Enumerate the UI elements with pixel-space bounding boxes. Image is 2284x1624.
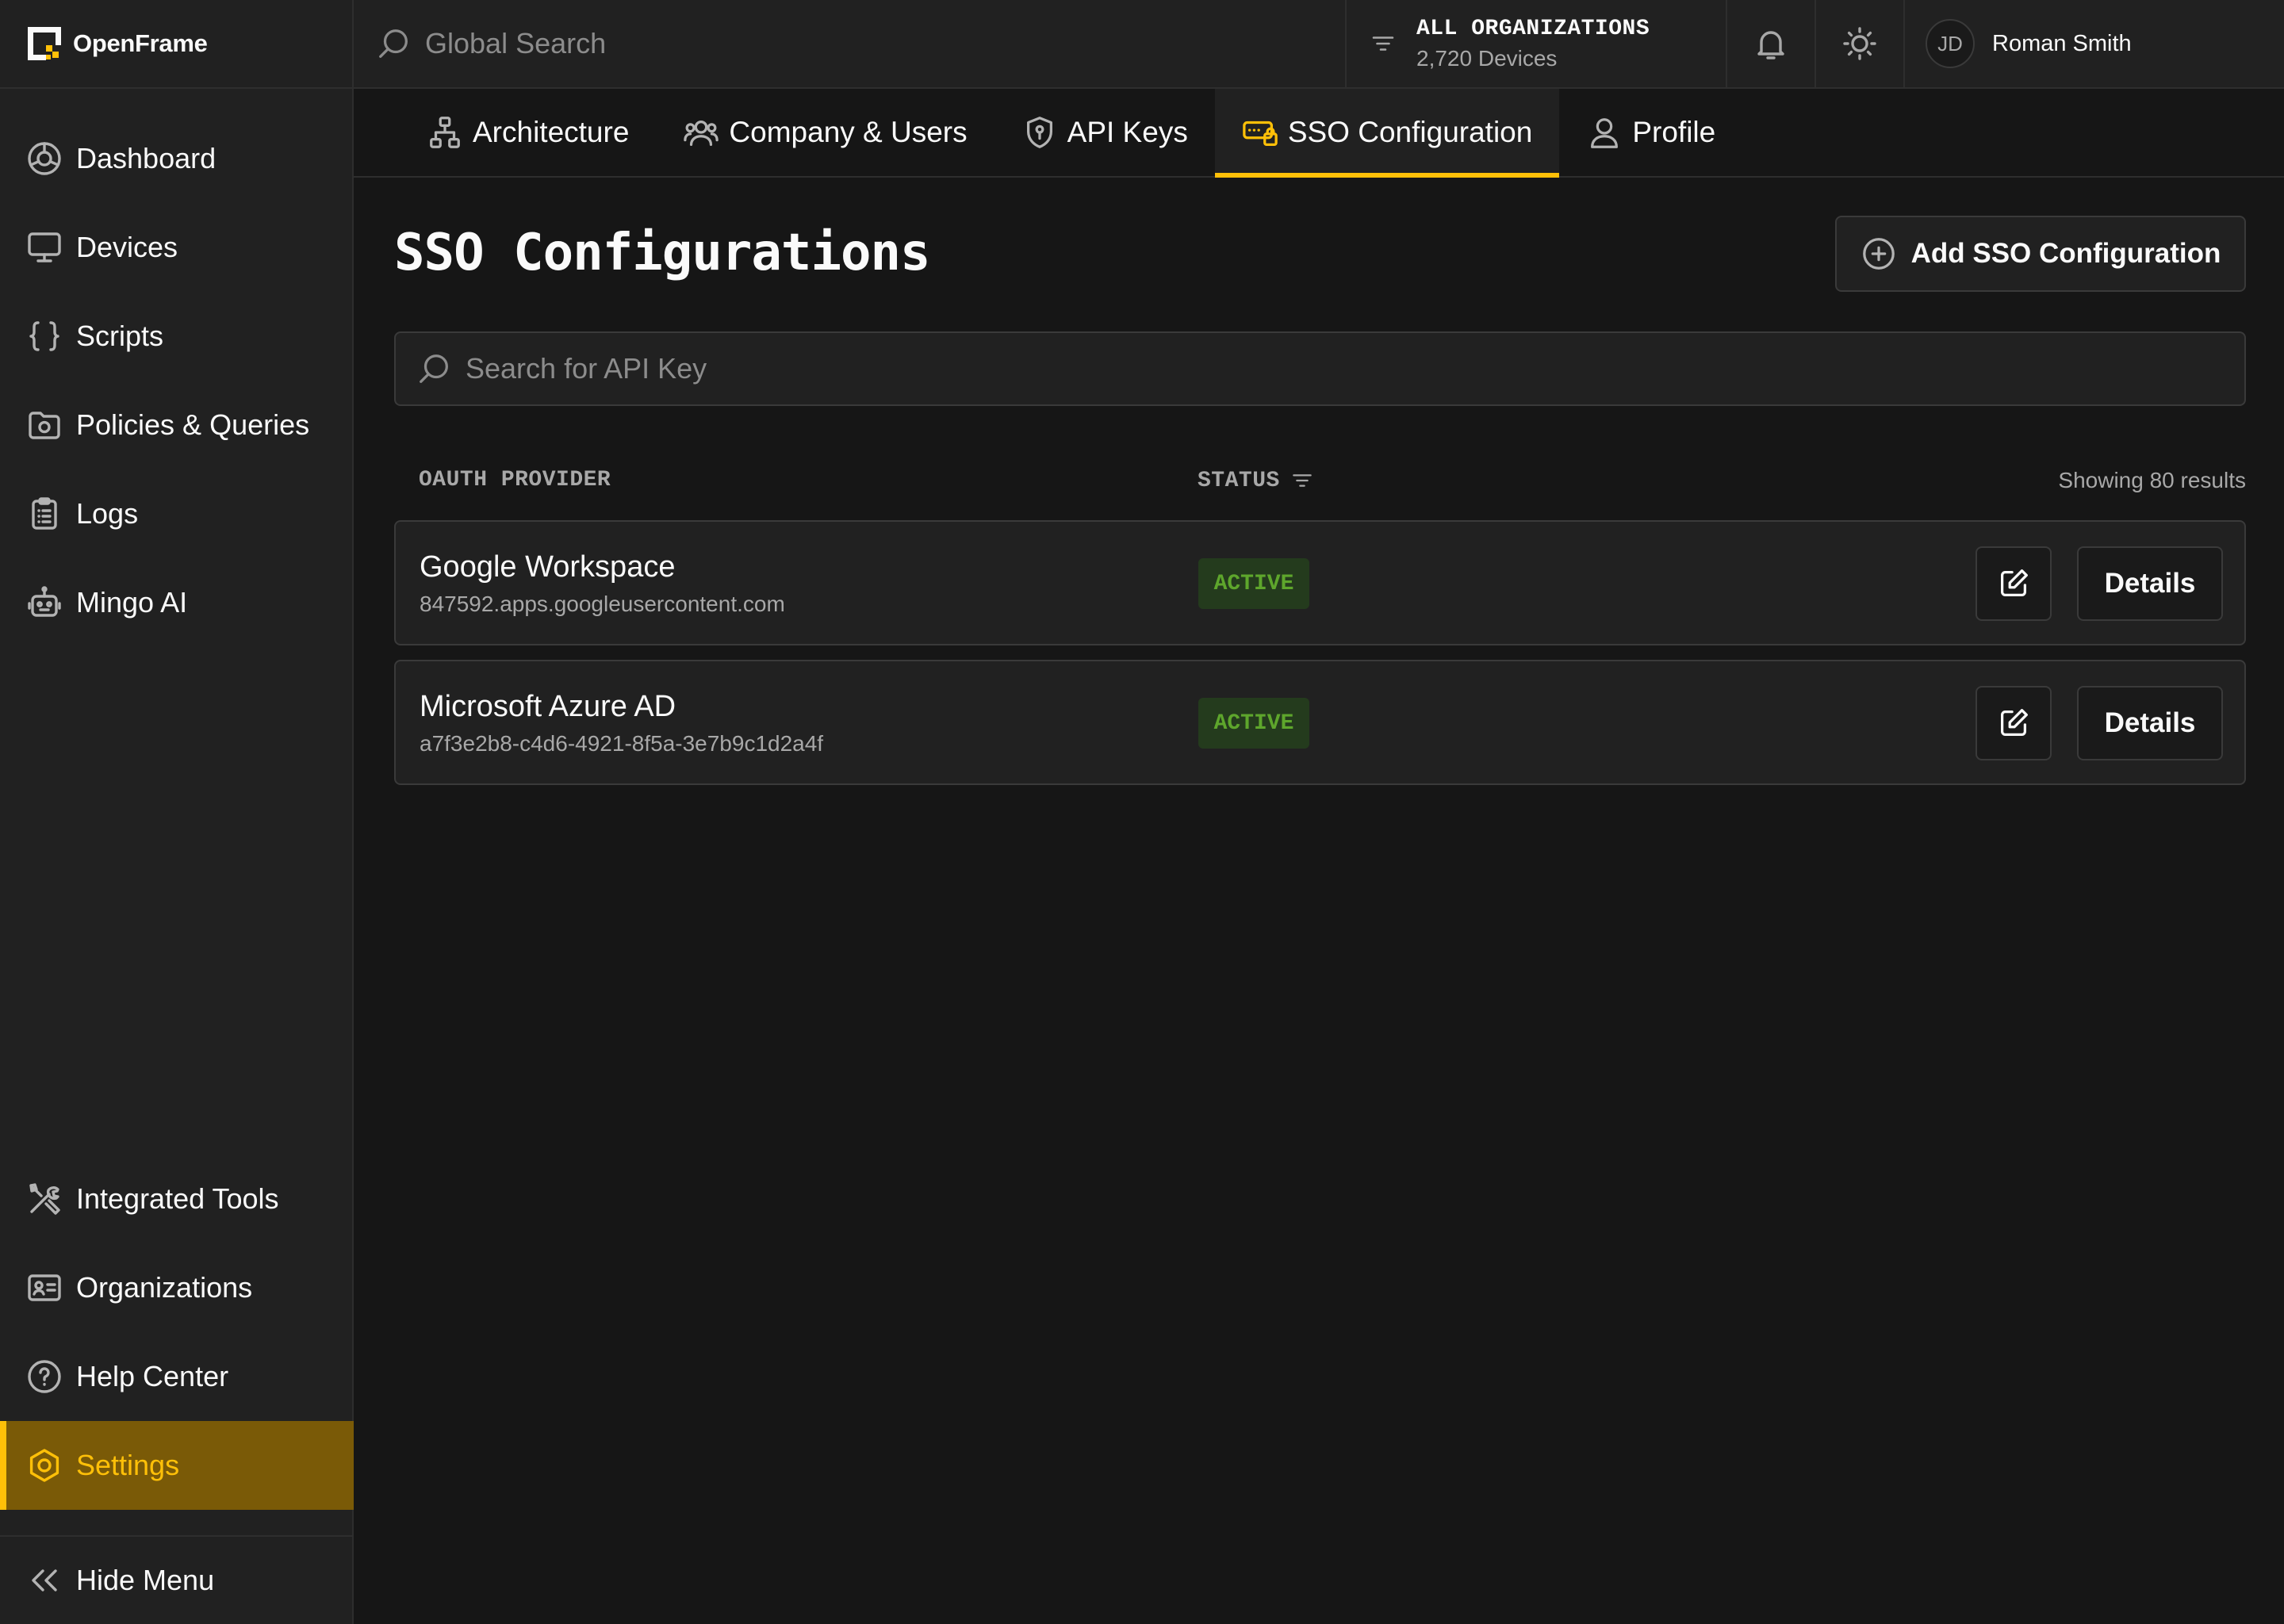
user-icon <box>1591 118 1619 148</box>
provider-name: Microsoft Azure AD <box>420 690 676 723</box>
tab-label: SSO Configuration <box>1287 116 1533 148</box>
architecture-icon <box>430 117 460 148</box>
sidebar-item-label: Devices <box>76 231 178 263</box>
sidebar-item-help-center[interactable]: Help Center <box>0 1332 354 1421</box>
hide-menu-label: Hide Menu <box>76 1564 215 1596</box>
tab-label: Architecture <box>473 116 630 148</box>
sidebar-item-label: Settings <box>76 1449 180 1481</box>
page-title: SSO Configurations <box>394 224 931 282</box>
help-circle-icon <box>28 1360 61 1393</box>
shield-key-icon <box>1026 117 1052 148</box>
organization-selector[interactable]: ALL ORGANIZATIONS 2,720 Devices <box>1345 0 1726 87</box>
sso-search-input[interactable] <box>466 352 2052 385</box>
sidebar-item-settings[interactable]: Settings <box>0 1421 354 1510</box>
app-name: OpenFrame <box>73 29 208 57</box>
table-row[interactable]: Microsoft Azure AD a7f3e2b8-c4d6-4921-8f… <box>394 660 2246 785</box>
global-search[interactable]: Global Search <box>354 0 1345 87</box>
add-sso-configuration-button[interactable]: Add SSO Configuration <box>1835 216 2246 292</box>
user-menu[interactable]: JD Roman Smith <box>1903 0 2284 87</box>
dashboard-icon <box>28 142 61 175</box>
sidebar-item-label: Mingo AI <box>76 586 188 619</box>
id-card-icon <box>28 1274 61 1301</box>
add-button-label: Add SSO Configuration <box>1910 238 2221 269</box>
filter-icon[interactable] <box>1290 468 1315 493</box>
braces-icon <box>29 321 59 351</box>
sidebar-item-label: Policies & Queries <box>76 408 310 441</box>
global-search-placeholder: Global Search <box>425 27 607 59</box>
users-icon <box>684 120 719 146</box>
avatar: JD <box>1926 19 1975 68</box>
sidebar-item-label: Integrated Tools <box>76 1182 279 1215</box>
sidebar-item-label: Logs <box>76 497 139 530</box>
sidebar-nav-secondary: Integrated Tools Organizations Help Cent… <box>0 1155 354 1510</box>
sso-search-bar <box>394 331 2246 406</box>
logo[interactable]: OpenFrame <box>0 0 352 89</box>
tab-label: API Keys <box>1067 116 1188 148</box>
details-button[interactable]: Details <box>2077 546 2223 621</box>
tab-label: Company & Users <box>729 116 968 148</box>
status-badge: ACTIVE <box>1198 698 1309 749</box>
plus-circle-icon <box>1862 238 1895 270</box>
status-badge: ACTIVE <box>1198 558 1309 609</box>
sidebar-item-logs[interactable]: Logs <box>0 469 354 558</box>
user-name: Roman Smith <box>1992 30 2132 56</box>
robot-icon <box>28 586 61 617</box>
chevrons-left-icon <box>32 1569 57 1591</box>
sidebar-item-scripts[interactable]: Scripts <box>0 292 354 381</box>
table-row[interactable]: Google Workspace 847592.apps.googleuserc… <box>394 520 2246 645</box>
tab-profile[interactable]: Profile <box>1559 89 1742 176</box>
monitor-icon <box>28 232 61 262</box>
tools-icon <box>29 1183 60 1215</box>
search-icon <box>379 29 408 58</box>
theme-toggle-button[interactable] <box>1815 0 1903 87</box>
tab-label: Profile <box>1632 116 1716 148</box>
sun-icon <box>1843 27 1876 60</box>
edit-button[interactable] <box>1976 546 2052 621</box>
sidebar: OpenFrame Dashboard Devices Scripts Poli… <box>0 0 354 1624</box>
provider-client-id: 847592.apps.googleusercontent.com <box>420 592 785 616</box>
sidebar-item-integrated-tools[interactable]: Integrated Tools <box>0 1155 354 1243</box>
sidebar-item-dashboard[interactable]: Dashboard <box>0 114 354 203</box>
sidebar-item-label: Organizations <box>76 1271 253 1304</box>
provider-client-id: a7f3e2b8-c4d6-4921-8f5a-3e7b9c1d2a4f <box>420 731 824 756</box>
tab-company-users[interactable]: Company & Users <box>656 89 994 176</box>
notifications-button[interactable] <box>1726 0 1815 87</box>
provider-name: Google Workspace <box>420 550 676 584</box>
column-header-status-label: STATUS <box>1198 468 1280 493</box>
org-selector-device-count: 2,720 Devices <box>1416 45 1558 71</box>
org-selector-title: ALL ORGANIZATIONS <box>1416 16 1650 41</box>
clipboard-list-icon <box>32 497 57 530</box>
edit-button[interactable] <box>1976 686 2052 760</box>
filter-icon <box>1372 36 1394 51</box>
sidebar-item-devices[interactable]: Devices <box>0 203 354 292</box>
edit-icon <box>2000 569 2028 597</box>
sidebar-item-policies-queries[interactable]: Policies & Queries <box>0 381 354 469</box>
settings-hex-icon <box>29 1449 59 1482</box>
folder-shield-icon <box>29 412 60 439</box>
sidebar-item-label: Dashboard <box>76 142 217 174</box>
sidebar-nav-main: Dashboard Devices Scripts Policies & Que… <box>0 114 354 647</box>
sidebar-item-label: Help Center <box>76 1360 229 1392</box>
sso-icon <box>1243 121 1278 146</box>
details-button[interactable]: Details <box>2077 686 2223 760</box>
bell-icon <box>1757 31 1784 59</box>
column-header-status: STATUS <box>1198 468 1315 493</box>
tab-architecture[interactable]: Architecture <box>400 89 656 176</box>
hide-menu-button[interactable]: Hide Menu <box>0 1535 354 1624</box>
tab-api-keys[interactable]: API Keys <box>994 89 1215 176</box>
openframe-logo-icon <box>28 27 61 60</box>
search-icon <box>420 354 448 383</box>
sidebar-item-mingo-ai[interactable]: Mingo AI <box>0 558 354 647</box>
top-header: Global Search ALL ORGANIZATIONS 2,720 De… <box>354 0 2284 89</box>
column-header-oauth-provider: OAUTH PROVIDER <box>419 468 611 492</box>
sidebar-item-label: Scripts <box>76 320 164 352</box>
tab-sso-configuration[interactable]: SSO Configuration <box>1214 89 1560 178</box>
results-count: Showing 80 results <box>2058 468 2246 492</box>
edit-icon <box>2000 709 2028 737</box>
settings-tabs: Architecture Company & Users API Keys SS… <box>354 89 2284 178</box>
sidebar-item-organizations[interactable]: Organizations <box>0 1243 354 1332</box>
